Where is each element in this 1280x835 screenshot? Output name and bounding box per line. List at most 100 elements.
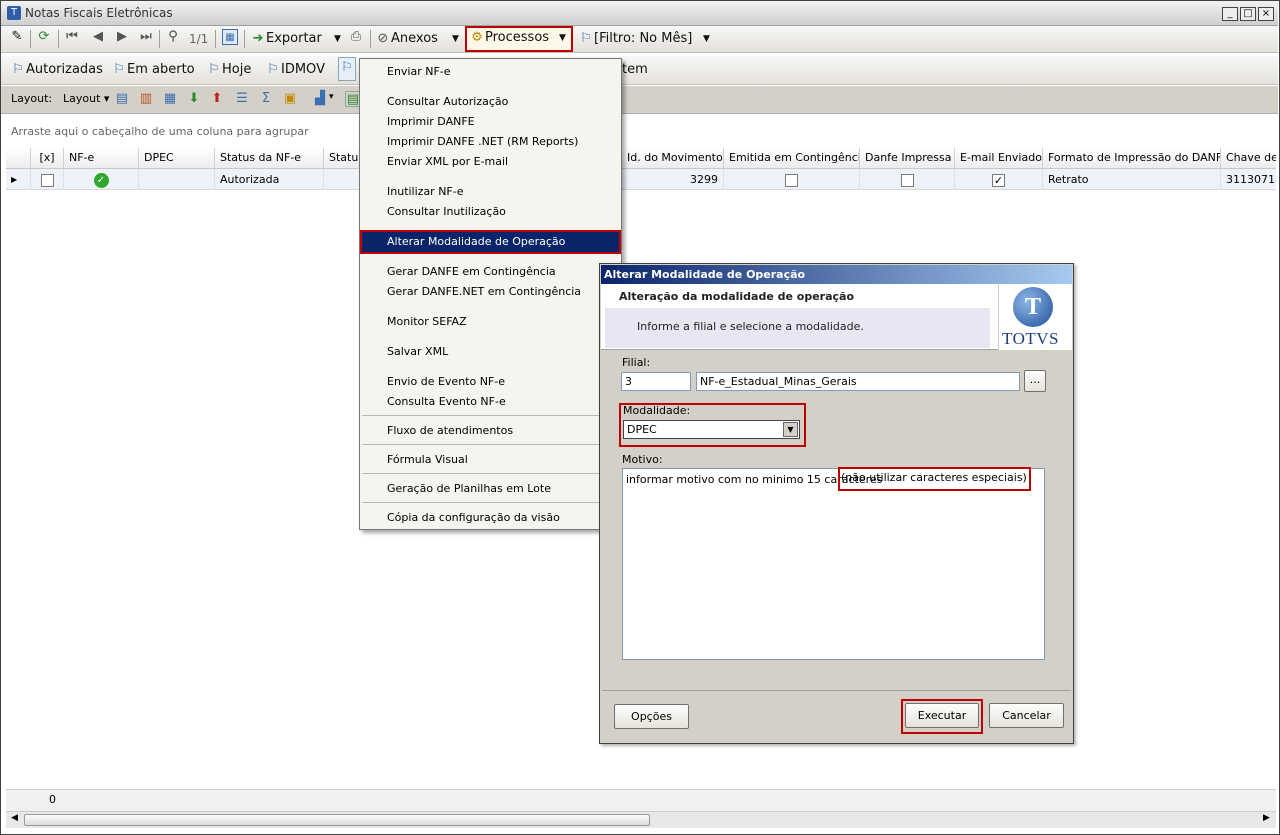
grid-icon[interactable]: ▤ [114,91,130,107]
email-checkbox[interactable]: ✓ [955,169,1043,190]
next-record-icon[interactable]: ▶ [114,29,130,45]
status-nfe-cell: Autorizada [215,169,324,190]
column-header-id-mov[interactable]: Id. do Movimento [622,148,724,169]
totvs-emblem-icon: T [1013,287,1053,327]
menu-item-geracao-planilhas[interactable]: Geração de Planilhas em Lote [362,479,619,499]
contingencia-checkbox[interactable] [724,169,860,190]
menu-item-fluxo-atendimentos[interactable]: Fluxo de atendimentos [362,421,619,441]
filter-hoje[interactable]: ⚐ Hoje [206,60,251,80]
modalidade-select[interactable]: DPEC ▼ [623,420,800,439]
filter-autorizadas[interactable]: ⚐ Autorizadas [10,60,103,80]
table-row[interactable]: ▶ ✓ Autorizada 3299 ✓ Retrato 31130718 [6,169,1276,190]
layout-dropdown[interactable]: Layout ▾ [63,92,109,105]
menu-item-alterar-modalidade[interactable]: Alterar Modalidade de Operação [360,230,621,254]
modalidade-label: Modalidade: [623,404,691,417]
filial-name-input[interactable]: NF-e_Estadual_Minas_Gerais [696,372,1020,391]
move-down-icon[interactable]: ⬇ [186,91,202,107]
filter-em-aberto[interactable]: ⚐ Em aberto [111,60,194,80]
grid-header: [x] NF-e DPEC Status da NF-e Status Id. … [6,148,1276,169]
processos-button[interactable]: ⚙ Processos ▼ [465,26,573,52]
last-record-icon[interactable]: ⏭ [138,29,154,45]
close-button[interactable]: × [1258,7,1274,21]
folder-icon[interactable]: ▣ [282,91,298,107]
menu-item-imprimir-danfe-net[interactable]: Imprimir DANFE .NET (RM Reports) [362,132,619,152]
filial-code-input[interactable]: 3 [621,372,691,391]
chart-dropdown-arrow[interactable]: ▾ [329,92,334,102]
chart-icon[interactable]: ▟ [312,91,328,107]
previous-record-icon[interactable]: ◀ [90,29,106,45]
horizontal-scrollbar[interactable]: ◀ ▶ [6,811,1276,828]
chevron-down-icon[interactable]: ▼ [783,422,798,437]
funnel-icon: ⚐ [267,61,279,77]
move-up-icon[interactable]: ⬆ [209,91,225,107]
column-header-email[interactable]: E-mail Enviado [955,148,1043,169]
filial-label: Filial: [622,356,651,369]
totvs-wordmark: TOTVS [1002,329,1059,348]
column-header-danfe[interactable]: Danfe Impressa [860,148,955,169]
column-header-chave[interactable]: Chave de Acesso [1221,148,1276,169]
processos-dropdown-arrow[interactable]: ▼ [559,28,566,48]
filial-browse-button[interactable]: ... [1024,370,1046,392]
danfe-checkbox[interactable] [860,169,955,190]
column-header-formato[interactable]: Formato de Impressão do DANFE [1043,148,1221,169]
minimize-button[interactable]: _ [1222,7,1238,21]
menu-item-formula-visual[interactable]: Fórmula Visual [362,450,619,470]
scroll-right-icon[interactable]: ▶ [1263,813,1270,823]
menu-item-consultar-autorizacao[interactable]: Consultar Autorização [362,92,619,112]
sum-icon[interactable]: Σ [258,91,274,107]
exportar-dropdown-arrow[interactable]: ▼ [334,29,341,49]
filter-button[interactable]: ⚐ [Filtro: No Mês] [578,29,692,49]
anexos-dropdown-arrow[interactable]: ▼ [452,29,459,49]
grid-footer: 0 [6,789,1276,811]
maximize-button[interactable]: □ [1240,7,1256,21]
row-select-checkbox[interactable] [31,169,64,190]
calendar-icon[interactable]: ▦ [222,29,238,45]
grid-delete-icon[interactable]: ▥ [138,91,154,107]
print-icon[interactable]: ⎙ [348,29,364,45]
scroll-left-icon[interactable]: ◀ [11,813,18,823]
filter-selected[interactable]: ⚐ [338,57,356,81]
layout-toolbar: Layout: Layout ▾ ▤ ▥ ▦ ⬇ ⬆ ☰ Σ ▣ ▟ ▾ ▤ [1,86,1278,114]
filter-grid-icon[interactable]: ☰ [234,91,250,107]
column-header-select[interactable]: [x] [31,148,64,169]
column-header-dpec[interactable]: DPEC [139,148,215,169]
edit-icon[interactable]: ✎ [9,29,25,45]
column-header-nfe[interactable]: NF-e [64,148,139,169]
filter-idmov[interactable]: ⚐ IDMOV [265,60,325,80]
funnel-icon: ⚐ [113,61,125,77]
anexos-button[interactable]: ⊘ Anexos [375,29,438,49]
menu-item-monitor-sefaz[interactable]: Monitor SEFAZ [362,312,619,332]
menu-item-gerar-danfe-contingencia[interactable]: Gerar DANFE em Contingência [362,262,619,282]
separator [215,30,216,48]
menu-item-envio-evento[interactable]: Envio de Evento NF-e [362,372,619,392]
column-header-status-nfe[interactable]: Status da NF-e [215,148,324,169]
menu-item-consultar-inutilizacao[interactable]: Consultar Inutilização [362,202,619,222]
column-header-contingencia[interactable]: Emitida em Contingência [724,148,860,169]
filter-partial[interactable]: tem [622,60,648,80]
separator [370,30,371,48]
executar-button[interactable]: Executar [905,703,979,728]
row-indicator-icon: ▶ [6,169,31,190]
table-icon[interactable]: ▦ [162,91,178,107]
group-by-area[interactable]: Arraste aqui o cabeçalho de uma coluna p… [6,115,1276,148]
menu-separator [362,473,619,474]
opcoes-button[interactable]: Opções [614,704,689,729]
refresh-icon[interactable]: ⟳ [36,29,52,45]
menu-separator [362,415,619,416]
menu-item-copia-configuracao[interactable]: Cópia da configuração da visão [362,508,619,528]
menu-item-gerar-danfe-net-contingencia[interactable]: Gerar DANFE.NET em Contingência [362,282,619,302]
first-record-icon[interactable]: ⏮ [64,29,80,45]
menu-item-consulta-evento[interactable]: Consulta Evento NF-e [362,392,619,412]
menu-item-enviar-nfe[interactable]: Enviar NF-e [362,62,619,82]
exportar-button[interactable]: ➜ Exportar [250,29,322,49]
filter-dropdown-arrow[interactable]: ▼ [703,29,710,49]
menu-item-imprimir-danfe[interactable]: Imprimir DANFE [362,112,619,132]
cancelar-button[interactable]: Cancelar [989,703,1064,728]
binoculars-icon[interactable]: ⚲ [165,29,181,45]
menu-item-inutilizar-nfe[interactable]: Inutilizar NF-e [362,182,619,202]
menu-item-enviar-xml-email[interactable]: Enviar XML por E-mail [362,152,619,172]
menu-item-salvar-xml[interactable]: Salvar XML [362,342,619,362]
motivo-textarea[interactable]: informar motivo com no minimo 15 caracte… [622,467,1045,660]
main-toolbar: ✎ ⟳ ⏮ ◀ ▶ ⏭ ⚲ 1/1 ▦ ➜ Exportar ▼ ⎙ ⊘ Anexo… [1,26,1278,53]
scroll-thumb[interactable] [24,814,650,826]
